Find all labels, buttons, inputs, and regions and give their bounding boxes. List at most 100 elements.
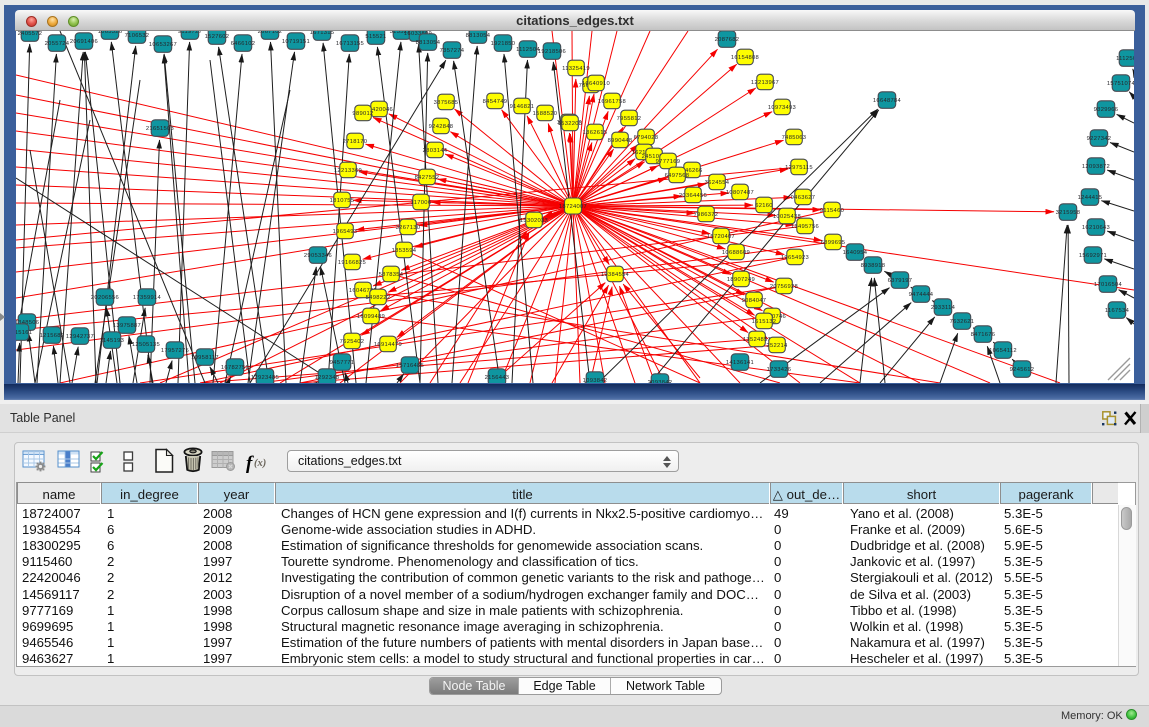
svg-text:9115460: 9115460 [820, 208, 844, 214]
svg-text:1112504: 1112504 [516, 47, 540, 53]
svg-text:6899695: 6899695 [821, 240, 846, 246]
svg-text:17957275: 17957275 [161, 348, 189, 354]
svg-text:1362615: 1362615 [583, 130, 608, 136]
svg-text:21651503: 21651503 [146, 126, 174, 132]
svg-text:1671315: 1671315 [310, 31, 335, 36]
svg-text:17016504: 17016504 [1094, 282, 1123, 288]
svg-text:1810755: 1810755 [330, 198, 355, 204]
svg-text:17359914: 17359914 [133, 295, 162, 301]
svg-text:1527602: 1527602 [205, 34, 230, 40]
svg-text:f: f [246, 453, 254, 474]
svg-text:10653267: 10653267 [149, 42, 177, 48]
svg-text:12093872: 12093872 [1082, 164, 1110, 170]
svg-text:12213369: 12213369 [334, 168, 362, 174]
svg-text:7625402: 7625402 [340, 339, 365, 345]
svg-text:9457771: 9457771 [330, 360, 355, 366]
svg-text:8938918: 8938918 [861, 263, 886, 269]
svg-text:12942737: 12942737 [66, 334, 94, 340]
svg-text:5878354: 5878354 [379, 272, 404, 278]
svg-text:1093842: 1093842 [583, 378, 608, 383]
svg-text:18724007: 18724007 [559, 204, 587, 210]
svg-text:15720407: 15720407 [707, 234, 735, 240]
svg-text:1588520: 1588520 [533, 111, 558, 117]
svg-text:515521: 515521 [365, 34, 386, 40]
svg-text:2087682: 2087682 [715, 37, 740, 43]
svg-text:9777169: 9777169 [656, 159, 681, 165]
svg-text:16914479: 16914479 [374, 342, 402, 348]
svg-text:9245612: 9245612 [1010, 367, 1035, 373]
svg-text:16154808: 16154808 [731, 55, 759, 61]
svg-text:2803144: 2803144 [423, 148, 448, 154]
svg-text:19654923: 19654923 [781, 255, 809, 261]
svg-text:1145193: 1145193 [100, 338, 124, 344]
svg-text:6379197: 6379197 [888, 278, 913, 284]
svg-text:12975115: 12975115 [785, 165, 813, 171]
svg-text:10719151: 10719151 [282, 39, 310, 45]
svg-text:15751074: 15751074 [1107, 81, 1134, 87]
svg-text:3215958: 3215958 [1056, 210, 1081, 216]
svg-text:10973493: 10973493 [768, 105, 796, 111]
svg-text:9146821: 9146821 [510, 104, 535, 110]
svg-text:7106532: 7106532 [125, 33, 150, 39]
svg-text:1167534: 1167534 [1105, 308, 1130, 314]
svg-text:19218506: 19218506 [538, 49, 566, 55]
svg-text:1292348: 1292348 [315, 375, 340, 381]
svg-text:15302033: 15302033 [520, 218, 548, 224]
svg-text:1065326: 1065326 [98, 31, 123, 35]
svg-text:1532203: 1532203 [558, 121, 583, 127]
svg-text:20756928: 20756928 [770, 284, 798, 290]
svg-text:20206556: 20206556 [91, 295, 119, 301]
svg-text:7955812: 7955812 [617, 116, 642, 122]
svg-text:7485063: 7485063 [782, 135, 807, 141]
svg-text:1112504: 1112504 [1116, 56, 1134, 62]
svg-text:2667102: 2667102 [258, 31, 283, 35]
svg-text:2093842: 2093842 [648, 380, 673, 383]
svg-text:9463627: 9463627 [791, 195, 816, 201]
svg-text:1215682: 1215682 [40, 333, 65, 339]
svg-text:16961758: 16961758 [598, 99, 626, 105]
svg-text:117006: 117006 [411, 200, 432, 206]
svg-text:2405572: 2405572 [18, 31, 43, 37]
svg-text:10025438: 10025438 [773, 214, 801, 220]
svg-text:13975887: 13975887 [113, 323, 141, 329]
svg-text:14136141: 14136141 [726, 360, 754, 366]
svg-text:5498222: 5498222 [366, 295, 391, 301]
svg-text:10688609: 10688609 [722, 250, 750, 256]
svg-text:989012: 989012 [352, 111, 373, 117]
svg-text:8813054: 8813054 [416, 40, 441, 46]
svg-text:16648784: 16648784 [873, 98, 902, 104]
svg-text:20364456: 20364456 [679, 193, 707, 199]
svg-text:18907249: 18907249 [727, 277, 755, 283]
svg-text:16713155: 16713155 [336, 41, 364, 47]
svg-text:7986372: 7986372 [694, 212, 719, 218]
svg-text:3875685: 3875685 [434, 100, 459, 106]
svg-text:8471676: 8471676 [971, 332, 996, 338]
svg-text:9119727: 9119727 [178, 31, 202, 35]
svg-text:3267130: 3267130 [396, 225, 421, 231]
svg-text:7632621: 7632621 [950, 319, 975, 325]
svg-text:12213967: 12213967 [751, 80, 779, 86]
svg-text:1640954: 1640954 [843, 250, 868, 256]
svg-text:8990448: 8990448 [608, 138, 633, 144]
svg-text:2718170: 2718170 [343, 139, 368, 145]
svg-text:8427552: 8427552 [415, 175, 440, 181]
svg-text:2933114: 2933114 [931, 305, 956, 311]
svg-text:16099489: 16099489 [357, 314, 385, 320]
svg-text:15495756: 15495756 [791, 224, 819, 230]
svg-text:6794028: 6794028 [634, 135, 659, 141]
svg-text:10807487: 10807487 [726, 190, 754, 196]
svg-text:1965493: 1965493 [333, 229, 358, 235]
svg-text:6497568: 6497568 [665, 173, 690, 179]
svg-text:1615132: 1615132 [752, 319, 777, 325]
svg-text:19166825: 19166825 [338, 260, 366, 266]
svg-text:10654112: 10654112 [989, 348, 1017, 354]
svg-text:(x): (x) [254, 458, 266, 469]
svg-text:8454749: 8454749 [483, 99, 508, 105]
svg-text:1733426: 1733426 [767, 367, 792, 373]
svg-text:7357274: 7357274 [440, 48, 465, 54]
svg-text:8813054: 8813054 [466, 33, 491, 39]
svg-text:252214: 252214 [766, 343, 788, 349]
svg-text:15716485: 15716485 [396, 363, 424, 369]
svg-text:62160: 62160 [755, 203, 773, 209]
svg-text:29053346: 29053346 [304, 253, 332, 259]
